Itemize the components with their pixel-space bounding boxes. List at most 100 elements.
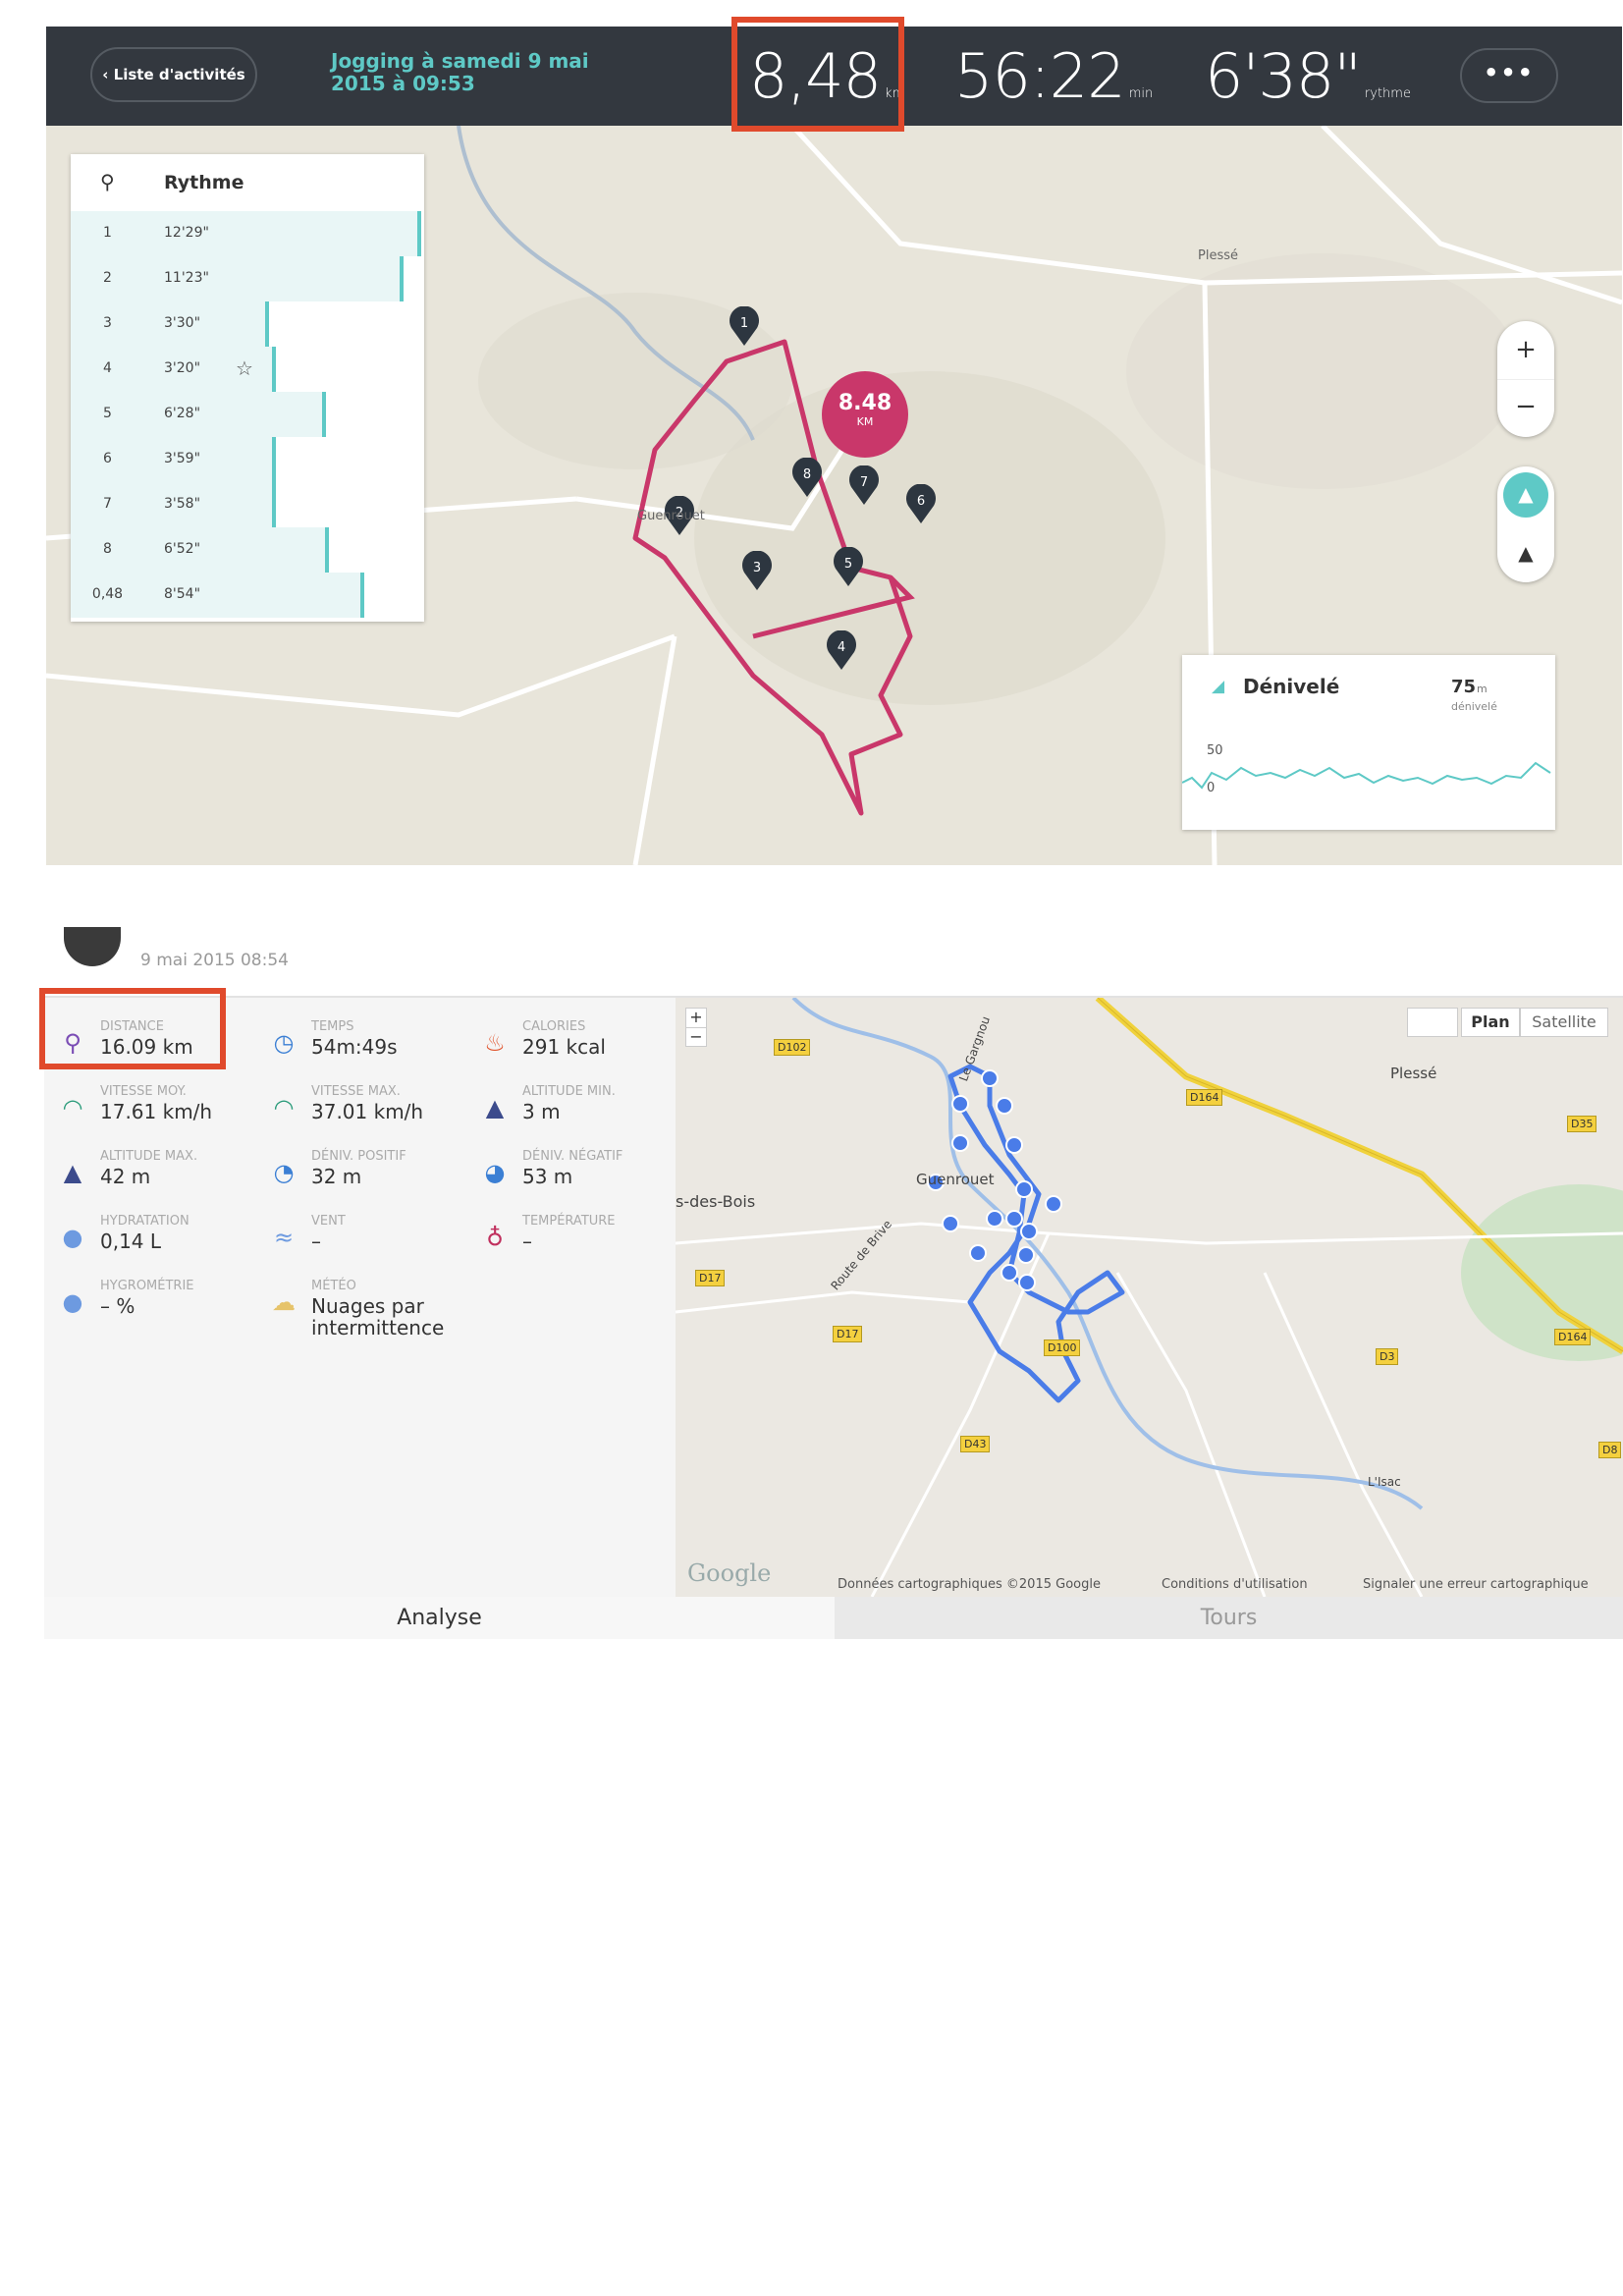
pace-split-row[interactable]: 0,48 8'54"	[71, 573, 424, 618]
stat-value: 53 m	[522, 1165, 573, 1188]
stat-label: Altitude min.	[522, 1084, 616, 1099]
road-label: D102	[774, 1039, 811, 1056]
road-label: D35	[1567, 1116, 1597, 1132]
stat-value: 54m:49s	[311, 1035, 398, 1059]
activity-title: Jogging à samedi 9 mai 2015 à 09:53	[331, 49, 589, 95]
pace-splits-panel: ⚲ Rythme 1 12'29" 2 11'23" 3 3'30" 4 3'20" ☆ 5 6'2…	[71, 154, 424, 622]
total-marker-value: 8.48	[838, 391, 893, 415]
tab-analyse[interactable]: Analyse	[44, 1597, 835, 1639]
stat-value: 42 m	[100, 1165, 151, 1188]
split-pace: 3'20"	[164, 360, 201, 376]
stat-label: Calories	[522, 1019, 586, 1034]
time-unit: min	[1128, 86, 1154, 101]
pace-split-row[interactable]: 2 11'23"	[71, 256, 424, 301]
pace-bar-end	[322, 392, 326, 437]
zoom-in-button[interactable]: +	[686, 1009, 706, 1027]
pace-split-row[interactable]: 1 12'29"	[71, 211, 424, 256]
highlight-box-distance-top	[731, 17, 904, 132]
fullscreen-icon[interactable]	[1407, 1008, 1458, 1037]
zoom-out-button[interactable]: −	[1497, 379, 1554, 437]
speed-max-icon: ◠	[273, 1094, 295, 1121]
pace-panel-header: ⚲ Rythme	[71, 154, 424, 211]
elevation-unit: m	[1477, 683, 1488, 695]
stat-value: 32 m	[311, 1165, 362, 1188]
km-marker[interactable]: 5	[832, 546, 865, 586]
pace-stat: 6'38" rythme	[1205, 40, 1411, 112]
pace-split-row[interactable]: 5 6'28"	[71, 392, 424, 437]
stat-value: Nuages par intermittence	[311, 1294, 445, 1339]
drops-icon: ●	[62, 1224, 83, 1251]
stat-label: Météo	[311, 1279, 356, 1293]
stat-label: Altitude max.	[100, 1149, 198, 1164]
map-footer-terms[interactable]: Conditions d'utilisation	[1162, 1577, 1308, 1592]
km-marker[interactable]: 7	[847, 465, 881, 505]
road-label: D164	[1554, 1329, 1592, 1345]
split-pace: 6'52"	[164, 541, 201, 557]
stat-value: –	[522, 1230, 532, 1253]
map-type-satellite[interactable]: Satellite	[1520, 1008, 1608, 1037]
avatar[interactable]	[64, 927, 121, 966]
stat-déniv-négatif: ◕ Déniv. négatif 53 m	[466, 1147, 673, 1206]
pace-bar-end	[265, 301, 269, 347]
pace-bar-end	[360, 573, 364, 618]
stat-value: 291 kcal	[522, 1035, 606, 1059]
pace-unit: rythme	[1364, 86, 1411, 101]
km-marker[interactable]: 6	[904, 483, 938, 523]
tab-tours[interactable]: Tours	[835, 1597, 1623, 1639]
pace-split-row[interactable]: 4 3'20" ☆	[71, 347, 424, 392]
split-pace: 3'30"	[164, 315, 201, 331]
km-marker[interactable]: 1	[728, 305, 761, 346]
km-marker[interactable]: 4	[825, 629, 858, 670]
total-distance-marker[interactable]: 8.48 KM	[822, 371, 908, 458]
zoom-in-button[interactable]: +	[1497, 321, 1554, 379]
stat-value: 37.01 km/h	[311, 1100, 424, 1123]
split-number: 5	[103, 406, 112, 421]
pace-split-row[interactable]: 7 3'58"	[71, 482, 424, 527]
stat-label: Hygrométrie	[100, 1279, 194, 1293]
route-map-google[interactable]: + − Plan Satellite Plessé Guenrouet s-de…	[675, 995, 1623, 1598]
stat-temps: ◷ Temps 54m:49s	[255, 1017, 461, 1076]
pace-split-row[interactable]: 6 3'59"	[71, 437, 424, 482]
km-marker[interactable]: 8	[790, 457, 824, 497]
zoom-out-button[interactable]: −	[686, 1027, 706, 1046]
wind-icon: ≈	[273, 1224, 295, 1251]
highlight-box-distance-bottom	[39, 988, 226, 1069]
stat-label: Déniv. négatif	[522, 1149, 623, 1164]
terrain-view-icon[interactable]: ▲	[1503, 472, 1548, 518]
map-footer-data: Données cartographiques ©2015 Google	[838, 1577, 1101, 1592]
map-footer-report[interactable]: Signaler une erreur cartographique	[1363, 1577, 1589, 1592]
relief-view-icon[interactable]: ▲	[1503, 531, 1548, 576]
split-pace: 11'23"	[164, 270, 209, 286]
stat-label: Température	[522, 1214, 616, 1229]
map-type-plan[interactable]: Plan	[1461, 1008, 1520, 1037]
time-stat: 56:22 min	[954, 40, 1153, 112]
total-marker-unit: KM	[856, 415, 874, 428]
pace-split-row[interactable]: 3 3'30"	[71, 301, 424, 347]
activity-screenshot-top: 1 2 3 4 5 6 7 8 8.48 KM Guenrouet Plessé…	[46, 27, 1622, 865]
descent-icon: ◕	[484, 1159, 506, 1186]
road-label: D100	[1044, 1339, 1081, 1356]
split-number: 8	[103, 541, 112, 557]
pace-bar-end	[400, 256, 404, 301]
map-label-plesse: Plessé	[1198, 248, 1238, 263]
road-label: D3	[1376, 1348, 1399, 1365]
stat-hydratation: ● Hydratation 0,14 L	[44, 1212, 250, 1271]
km-marker[interactable]: 3	[740, 550, 774, 590]
pace-split-row[interactable]: 8 6'52"	[71, 527, 424, 573]
pace-bar-end	[272, 437, 276, 482]
best-split-star-icon: ☆	[236, 356, 253, 380]
stat-label: Hydratation	[100, 1214, 189, 1229]
stat-value: –	[311, 1230, 321, 1253]
stat-hygrométrie: ● Hygrométrie – %	[44, 1277, 250, 1336]
map-zoom-controls: + −	[685, 1008, 707, 1047]
mountain-high-icon: ▲	[63, 1159, 82, 1186]
stat-déniv-positif: ◔ Déniv. positif 32 m	[255, 1147, 461, 1206]
elevation-panel: ◢ Dénivelé 75 m dénivelé 50 0	[1182, 655, 1555, 830]
stat-label: Vent	[311, 1214, 346, 1229]
back-to-activities-button[interactable]: ‹ Liste d'activités	[90, 47, 257, 102]
mountain-low-icon: ▲	[485, 1094, 505, 1121]
flame-icon: ♨	[484, 1029, 506, 1057]
map-label-plesse: Plessé	[1390, 1065, 1437, 1082]
pace-bar-end	[272, 482, 276, 527]
more-options-button[interactable]: •••	[1460, 48, 1558, 103]
